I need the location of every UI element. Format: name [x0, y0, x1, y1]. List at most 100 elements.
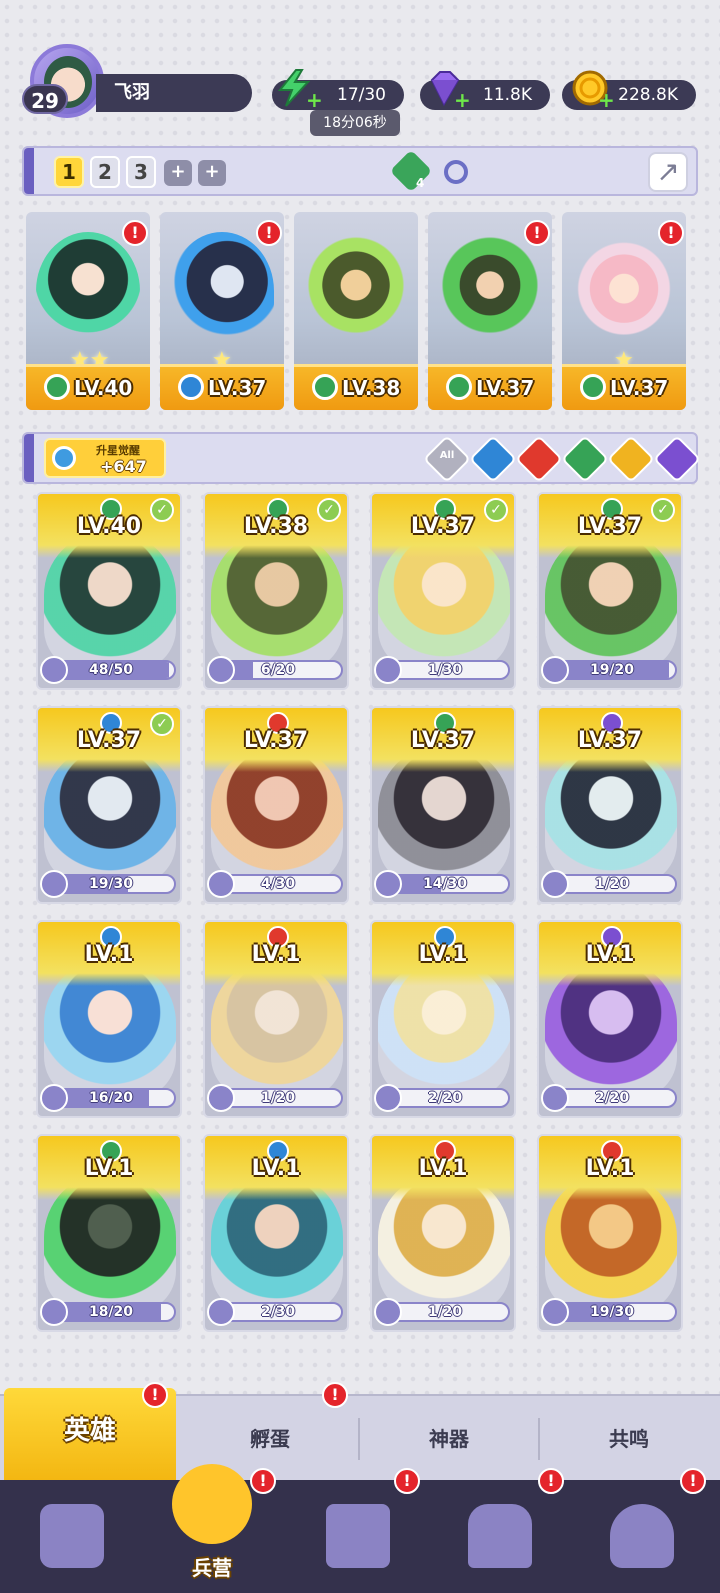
hero-level: LV.37: [577, 514, 643, 539]
notification-badge: !: [680, 1468, 706, 1494]
bottom-navigation: 兵营 ! ! ! !: [0, 1464, 720, 1593]
nav-mushroom-icon[interactable]: [600, 1494, 684, 1578]
hero-card[interactable]: LV.1 1/20: [203, 920, 349, 1118]
team-slot-1[interactable]: 1: [54, 156, 84, 188]
hero-card[interactable]: ✓ LV.40 48/50: [36, 492, 182, 690]
hero-card[interactable]: ✓ LV.37 1/30: [370, 492, 516, 690]
notification-badge: !: [122, 220, 148, 246]
shard-icon: [374, 870, 402, 898]
team-hero-card[interactable]: LV.38: [294, 212, 418, 410]
coins-add-icon[interactable]: +: [598, 90, 615, 110]
team-hero-card[interactable]: ★★ ! LV.40: [26, 212, 150, 410]
notification-badge: !: [142, 1382, 168, 1408]
hero-portrait: [36, 232, 140, 350]
shard-icon: [541, 1084, 569, 1112]
add-team-slot-button[interactable]: +: [164, 160, 192, 186]
notification-badge: !: [394, 1468, 420, 1494]
filter-water-icon[interactable]: [468, 434, 518, 484]
shard-icon: [541, 870, 569, 898]
sub-tab-bar: 英雄 ! 孵蛋 ! 神器 共鸣: [0, 1382, 720, 1482]
hero-card[interactable]: LV.1 16/20: [36, 920, 182, 1118]
shard-icon: [374, 1084, 402, 1112]
hero-level: LV.1: [418, 1156, 468, 1181]
hero-card[interactable]: ✓ LV.38 6/20: [203, 492, 349, 690]
filter-dark-icon[interactable]: [652, 434, 702, 484]
hero-level: LV.37: [410, 728, 476, 753]
wind-element-icon: [44, 374, 70, 400]
nav-barracks-icon[interactable]: 兵营: [170, 1464, 254, 1580]
gems-add-icon[interactable]: +: [454, 90, 471, 110]
team-hero-card[interactable]: ★ ! LV.37: [562, 212, 686, 410]
hero-card[interactable]: LV.1 2/20: [370, 920, 516, 1118]
notification-badge: !: [256, 220, 282, 246]
hero-card[interactable]: LV.37 1/20: [537, 706, 683, 904]
hero-card[interactable]: LV.1 2/30: [203, 1134, 349, 1332]
nav-map-icon[interactable]: [316, 1494, 400, 1578]
upgrade-awaken-button[interactable]: 升星觉醒 +647: [44, 438, 166, 478]
hero-card[interactable]: LV.1 1/20: [370, 1134, 516, 1332]
nav-cards-icon[interactable]: [30, 1494, 114, 1578]
hero-card[interactable]: ✓ LV.37 19/30: [36, 706, 182, 904]
filter-wind-icon[interactable]: [560, 434, 610, 484]
filter-light-icon[interactable]: [606, 434, 656, 484]
nav-temple-icon[interactable]: [458, 1494, 542, 1578]
hero-level: LV.37: [76, 728, 142, 753]
hero-level: LV.1: [585, 942, 635, 967]
shard-icon: [207, 1298, 235, 1326]
upgrade-title: 升星觉醒: [96, 444, 140, 457]
notification-badge: !: [322, 1382, 348, 1408]
hero-level: LV.1: [418, 942, 468, 967]
team-hero-level: LV.40: [74, 376, 133, 400]
filter-fire-icon[interactable]: [514, 434, 564, 484]
hero-card[interactable]: ✓ LV.37 19/20: [537, 492, 683, 690]
water-element-icon: [178, 374, 204, 400]
wind-element-icon: [580, 374, 606, 400]
shard-icon: [207, 656, 235, 684]
player-level-badge: 29: [22, 84, 68, 114]
team-hero-level: LV.38: [342, 376, 401, 400]
energy-add-icon[interactable]: +: [306, 90, 323, 110]
wind-element-icon: [312, 374, 338, 400]
notification-badge: !: [524, 220, 550, 246]
hero-portrait: [304, 232, 408, 350]
team-hero-card[interactable]: ★ ! LV.37: [160, 212, 284, 410]
hero-card[interactable]: LV.1 18/20: [36, 1134, 182, 1332]
hero-card[interactable]: LV.37 14/30: [370, 706, 516, 904]
hero-level: LV.37: [410, 514, 476, 539]
green-gem-icon[interactable]: [389, 149, 433, 193]
shard-icon: [541, 1298, 569, 1326]
hero-level: LV.1: [251, 942, 301, 967]
hero-portrait: [438, 232, 542, 350]
add-team-slot-button-2[interactable]: +: [198, 160, 226, 186]
hero-card[interactable]: LV.1 2/20: [537, 920, 683, 1118]
share-icon[interactable]: ↗: [648, 152, 688, 192]
hero-card[interactable]: LV.37 4/30: [203, 706, 349, 904]
shard-icon: [541, 656, 569, 684]
notification-badge: !: [538, 1468, 564, 1494]
team-slot-2[interactable]: 2: [90, 156, 120, 188]
filter-all-label: All: [439, 450, 455, 461]
hero-level: LV.1: [251, 1156, 301, 1181]
hero-level: LV.1: [84, 1156, 134, 1181]
energy-timer: 18分06秒: [310, 110, 400, 136]
shard-icon: [40, 1084, 68, 1112]
upgrade-value: +647: [100, 457, 147, 476]
shard-icon: [207, 870, 235, 898]
team-hero-card[interactable]: ! LV.37: [428, 212, 552, 410]
team-slot-3[interactable]: 3: [126, 156, 156, 188]
hero-portrait: [572, 232, 676, 350]
shard-icon: [40, 1298, 68, 1326]
hero-level: LV.38: [243, 514, 309, 539]
team-hero-level: LV.37: [208, 376, 267, 400]
shard-icon: [374, 656, 402, 684]
hero-level: LV.1: [585, 1156, 635, 1181]
tab-artifacts[interactable]: 神器: [360, 1396, 538, 1482]
hero-level: LV.40: [76, 514, 142, 539]
hero-card[interactable]: LV.1 19/30: [537, 1134, 683, 1332]
shard-icon: [40, 656, 68, 684]
hero-level: LV.1: [84, 942, 134, 967]
search-icon[interactable]: [444, 160, 468, 184]
team-hero-level: LV.37: [476, 376, 535, 400]
hero-filter-bar: 升星觉醒 +647 All: [22, 432, 702, 484]
team-hero-level: LV.37: [610, 376, 669, 400]
